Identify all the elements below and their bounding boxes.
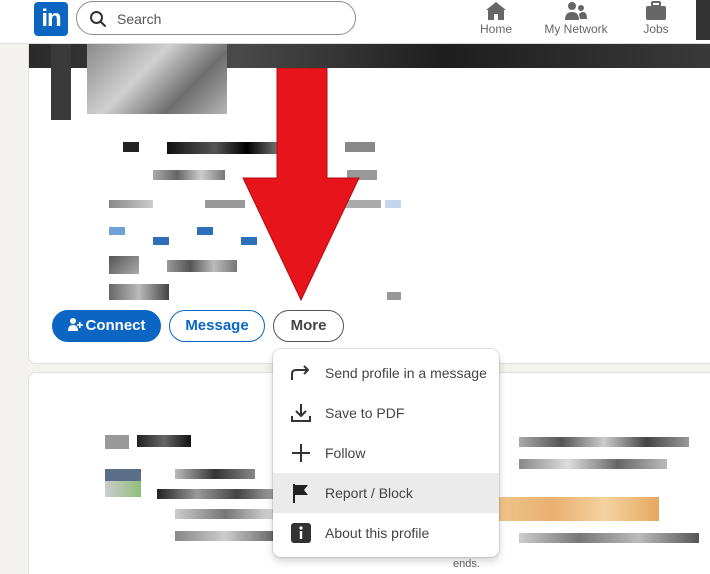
flag-icon bbox=[293, 484, 308, 503]
more-button[interactable]: More bbox=[273, 310, 344, 342]
menu-item-label: About this profile bbox=[325, 525, 430, 541]
redacted-avatar bbox=[51, 44, 71, 120]
redacted-content bbox=[519, 437, 689, 447]
redacted-link bbox=[153, 237, 169, 245]
nav-my-network-label: My Network bbox=[544, 22, 608, 36]
nav-jobs[interactable]: Jobs bbox=[636, 0, 676, 44]
nav-home[interactable]: Home bbox=[474, 0, 518, 44]
add-person-icon bbox=[67, 317, 83, 331]
truncated-text: ends. bbox=[453, 558, 480, 570]
more-dropdown-menu: Send profile in a message Save to PDF Fo… bbox=[273, 349, 499, 557]
redacted-avatar bbox=[87, 44, 227, 114]
menu-item-label: Send profile in a message bbox=[325, 365, 487, 381]
redacted-mutual bbox=[109, 256, 139, 274]
search-icon bbox=[90, 11, 106, 27]
nav-my-network[interactable]: My Network bbox=[540, 0, 612, 44]
home-icon bbox=[486, 2, 506, 20]
message-button-label: Message bbox=[185, 317, 249, 334]
redacted-headline bbox=[153, 170, 225, 180]
share-arrow-icon bbox=[291, 365, 309, 380]
redacted-content bbox=[105, 435, 129, 449]
redacted-content bbox=[175, 469, 255, 479]
menu-item-label: Save to PDF bbox=[325, 405, 405, 421]
redacted-content bbox=[519, 533, 699, 543]
menu-item-about-profile[interactable]: About this profile bbox=[273, 513, 499, 553]
redacted-link bbox=[109, 227, 125, 235]
redacted-content bbox=[105, 469, 141, 481]
nav-home-label: Home bbox=[479, 22, 512, 36]
redacted-mutual bbox=[167, 260, 237, 272]
plus-icon bbox=[292, 444, 310, 462]
jobs-icon bbox=[646, 1, 666, 20]
menu-item-send-profile[interactable]: Send profile in a message bbox=[273, 353, 499, 393]
search-box[interactable] bbox=[76, 1, 356, 35]
redacted-location bbox=[385, 200, 401, 208]
redacted-content bbox=[175, 509, 275, 519]
redacted-content bbox=[137, 435, 191, 447]
red-annotation-arrow bbox=[242, 68, 360, 302]
redacted-location bbox=[109, 200, 153, 208]
more-button-label: More bbox=[290, 317, 327, 334]
menu-item-follow[interactable]: Follow bbox=[273, 433, 499, 473]
menu-item-save-pdf[interactable]: Save to PDF bbox=[273, 393, 499, 433]
linkedin-logo[interactable]: in bbox=[34, 2, 68, 36]
redacted-name bbox=[123, 142, 139, 152]
info-icon bbox=[291, 523, 311, 543]
search-input[interactable] bbox=[117, 8, 337, 30]
redacted-content bbox=[105, 481, 141, 497]
nav-profile-thumbnail[interactable] bbox=[696, 0, 710, 40]
redacted-mutual bbox=[387, 292, 401, 300]
menu-item-label: Follow bbox=[325, 445, 366, 461]
redacted-location bbox=[205, 200, 245, 208]
redacted-content bbox=[519, 459, 667, 469]
redacted-mutual bbox=[109, 284, 169, 300]
top-navigation-bar: in Home My Network Jobs bbox=[0, 0, 710, 44]
menu-item-label: Report / Block bbox=[325, 485, 413, 501]
redacted-link bbox=[197, 227, 213, 235]
network-icon bbox=[565, 2, 587, 20]
redacted-content bbox=[157, 489, 277, 499]
connect-button-label: Connect bbox=[85, 317, 146, 334]
nav-jobs-label: Jobs bbox=[643, 22, 669, 36]
redacted-highlight bbox=[499, 497, 659, 521]
message-button[interactable]: Message bbox=[169, 310, 265, 342]
download-icon bbox=[291, 404, 311, 422]
connect-button[interactable]: Connect bbox=[52, 310, 161, 342]
menu-item-report-block[interactable]: Report / Block bbox=[273, 473, 499, 513]
redacted-content bbox=[175, 531, 275, 541]
